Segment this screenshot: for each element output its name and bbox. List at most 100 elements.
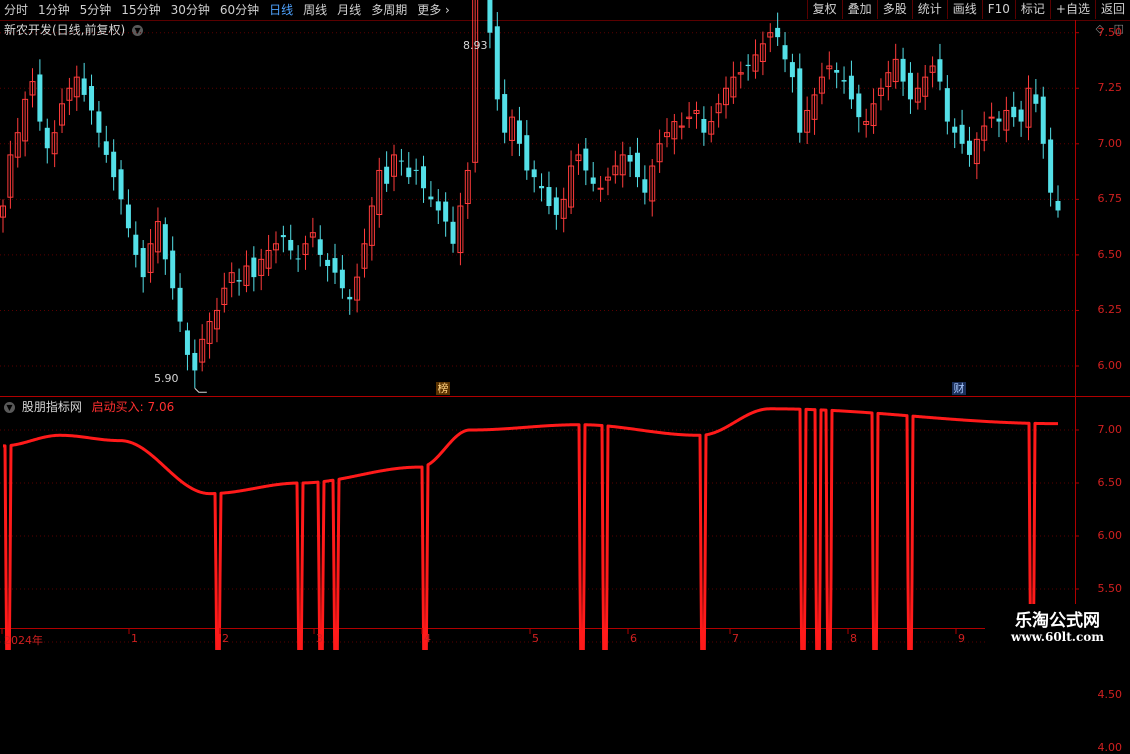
- candle-body: [797, 68, 803, 133]
- candle-body: [170, 250, 176, 289]
- candle-body: [325, 259, 331, 267]
- candle-body: [384, 166, 390, 184]
- candle-body: [546, 187, 552, 207]
- indicator-axis-label: 4.00: [1097, 741, 1123, 754]
- candle-body: [996, 118, 1002, 122]
- candle-body: [37, 74, 43, 122]
- price-axis-label: 7.50: [1097, 25, 1123, 39]
- candle-body: [295, 258, 301, 260]
- candle-body: [494, 26, 500, 100]
- candle-body: [398, 160, 404, 162]
- candle-body: [634, 152, 640, 178]
- candle-body: [848, 75, 854, 100]
- candle-body: [443, 201, 449, 222]
- price-axis-label: 7.25: [1097, 81, 1123, 95]
- candle-body: [597, 187, 604, 190]
- candle-body: [782, 45, 788, 60]
- price-axis-label: 6.25: [1097, 303, 1123, 317]
- candle-body: [907, 72, 913, 100]
- candle-body: [553, 197, 559, 215]
- candle-body: [1011, 106, 1017, 118]
- date-axis-label: 8: [850, 632, 857, 645]
- date-axis-label: 4: [424, 632, 431, 645]
- candle-body: [1018, 109, 1024, 122]
- candle-body: [1048, 139, 1054, 193]
- candle-body: [590, 177, 596, 184]
- watermark-title: 乐淘公式网: [1015, 611, 1100, 631]
- indicator-line: [2, 407, 1059, 650]
- date-axis-label: 7: [732, 632, 739, 645]
- candle-body: [1055, 200, 1061, 211]
- date-axis-label: 9: [958, 632, 965, 645]
- ranking-badge[interactable]: 榜: [436, 382, 450, 395]
- indicator-title-row: ▼ 股朋指标网 启动买入: 7.06: [4, 398, 174, 415]
- indicator-name: 股朋指标网: [21, 400, 82, 414]
- candle-body: [642, 179, 648, 193]
- high-price-annotation: 8.93: [463, 39, 488, 52]
- price-axis-label: 6.00: [1097, 359, 1123, 372]
- candle-body: [966, 140, 972, 155]
- candle-body: [184, 330, 190, 355]
- candle-body: [103, 141, 109, 155]
- candle-body: [937, 59, 943, 82]
- indicator-axis-label: 5.50: [1097, 582, 1123, 595]
- candle-body: [280, 235, 286, 238]
- candle-body: [745, 64, 751, 67]
- candle-body: [44, 127, 50, 149]
- candle-body: [111, 151, 117, 178]
- candle-body: [81, 78, 87, 95]
- indicator-axis-label: 6.50: [1097, 476, 1123, 489]
- candle-body: [775, 27, 781, 38]
- candle-body: [133, 234, 139, 255]
- candle-body: [701, 118, 707, 133]
- candle-body: [332, 258, 338, 273]
- candle-body: [900, 58, 906, 82]
- candle-body: [89, 86, 95, 111]
- candle-body: [531, 169, 537, 178]
- candle-body: [347, 296, 353, 300]
- date-axis-label: 2024年: [4, 634, 43, 647]
- watermark-logo: 乐淘公式网 www.60lt.com: [985, 604, 1130, 650]
- indicator-axis-label: 7.00: [1097, 423, 1123, 436]
- chevron-down-icon[interactable]: ▼: [4, 402, 15, 413]
- candle-body: [834, 69, 840, 73]
- candle-body: [435, 201, 441, 211]
- candle-body: [524, 135, 530, 171]
- candle-body: [944, 88, 950, 122]
- candle-body: [177, 287, 183, 322]
- candle-body: [583, 148, 589, 171]
- candle-body: [1040, 96, 1046, 144]
- indicator-value: 启动买入: 7.06: [91, 400, 175, 414]
- candle-body: [1033, 94, 1039, 104]
- watermark-url: www.60lt.com: [1011, 630, 1104, 644]
- candle-body: [339, 269, 345, 289]
- candle-body: [502, 94, 508, 133]
- candle-body: [841, 80, 847, 82]
- candle-body: [317, 239, 323, 255]
- date-axis-label: 1: [131, 632, 138, 645]
- candle-body: [516, 120, 522, 144]
- indicator-axis-label: 4.50: [1097, 688, 1123, 701]
- date-axis-label: 3: [316, 632, 323, 645]
- candle-body: [406, 167, 412, 178]
- candle-body: [450, 221, 456, 244]
- candle-body: [288, 239, 294, 251]
- stock-chart-canvas[interactable]: [0, 0, 1130, 650]
- candle-body: [952, 126, 958, 133]
- candle-body: [627, 155, 633, 162]
- finance-badge[interactable]: 财: [952, 382, 966, 395]
- candle-body: [413, 169, 419, 171]
- candle-body: [487, 0, 493, 33]
- candle-body: [988, 116, 995, 119]
- candle-body: [856, 93, 862, 118]
- candle-body: [539, 186, 545, 189]
- price-axis-label: 7.00: [1097, 136, 1123, 150]
- candle-body: [118, 169, 124, 200]
- date-axis-label: 2: [222, 632, 229, 645]
- candle-body: [125, 204, 131, 229]
- indicator-axis-label: 6.00: [1097, 529, 1123, 542]
- candle-body: [421, 166, 427, 189]
- candle-body: [96, 111, 102, 133]
- candle-body: [428, 196, 434, 200]
- candle-body: [140, 248, 146, 278]
